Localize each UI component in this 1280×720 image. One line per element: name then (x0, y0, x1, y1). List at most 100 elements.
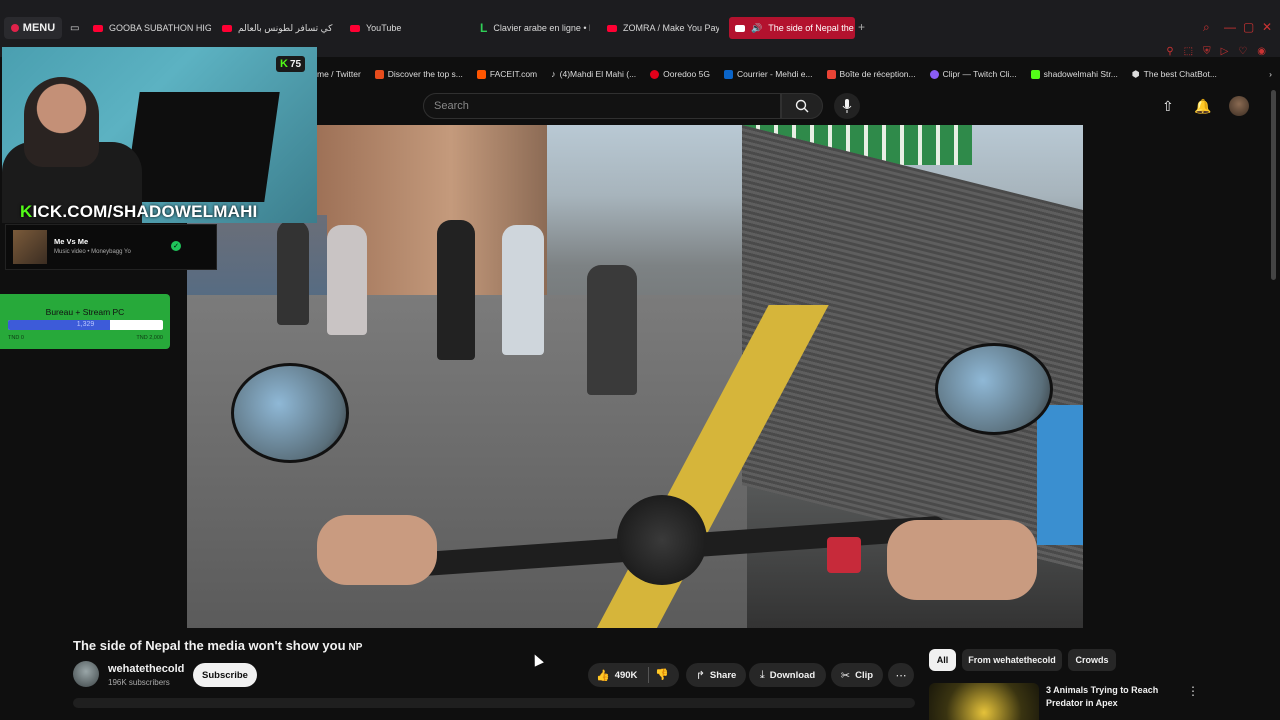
more-actions-button[interactable]: ⋯ (888, 663, 914, 687)
bookmarks-bar: me / Twitter Discover the top s... FACEI… (317, 66, 1280, 82)
channel-name[interactable]: wehatethecold (108, 663, 184, 675)
ooredoo-icon (650, 69, 660, 79)
chatbot-icon: ⬢ (1131, 68, 1140, 79)
more-bookmarks-icon[interactable]: › (1269, 69, 1272, 79)
search-tabs-icon[interactable]: ⌕ (1203, 20, 1210, 35)
pin-icon[interactable]: ⚲ (1166, 46, 1173, 57)
bookmark-twitter[interactable]: me / Twitter (317, 69, 361, 79)
bookmark-label: Ooredoo 5G (663, 69, 710, 79)
bookmark-label: shadowelmahi Str... (1043, 69, 1118, 79)
video-frame-person (327, 225, 367, 335)
goal-min-label: TND 0 (8, 335, 24, 341)
tab-zomra[interactable]: ZOMRA / Make You Pay | (607, 17, 719, 39)
tab-label: YouTube (366, 23, 402, 33)
shield-icon[interactable]: ⛨ (1203, 46, 1211, 57)
tab-youtube[interactable]: YouTube (350, 17, 450, 39)
browser-toolbar-icons: ⚲ ⬚ ⛨ ▷ ♡ ◉ (1166, 46, 1266, 57)
lexilogos-favicon-icon: L (480, 21, 488, 35)
subscriber-count: 196K subscribers (108, 678, 170, 687)
goal-current-value: 1,329 (76, 321, 95, 328)
country-flag-label: NP (348, 642, 363, 653)
youtube-favicon-icon (735, 24, 745, 32)
video-frame-mirror-left (231, 363, 349, 463)
snapshot-icon[interactable]: ⬚ (1184, 46, 1193, 57)
subscribe-button[interactable]: Subscribe (193, 663, 257, 687)
video-title: The side of Nepal the media won't show y… (73, 638, 362, 653)
viewer-count: 75 (289, 58, 302, 70)
search-input[interactable]: Search (423, 93, 781, 119)
tab-row: MENU ▭ GOOBA SUBATHON HIGH كي تسافر لطون… (0, 17, 1280, 39)
goal-max-label: TND 2,000 (136, 335, 163, 341)
download-button[interactable]: ⤓ Download (749, 663, 826, 687)
like-divider (648, 667, 649, 683)
download-label: Download (769, 669, 816, 681)
play-icon[interactable]: ▷ (1221, 46, 1229, 57)
faceit-icon (476, 69, 486, 79)
upload-icon[interactable]: ⇧ (1162, 98, 1174, 115)
recommendation-title[interactable]: 3 Animals Trying to Reach Predator in Ap… (1046, 684, 1176, 710)
new-tab-icon[interactable]: + (858, 20, 865, 34)
thumbs-down-icon[interactable]: 👎 (655, 668, 669, 681)
video-frame-left-hand (317, 515, 437, 585)
search-button[interactable] (781, 93, 823, 119)
tab-gooba[interactable]: GOOBA SUBATHON HIGH (93, 17, 211, 39)
profile-icon[interactable]: ◉ (1257, 46, 1266, 57)
check-icon: ✓ (171, 241, 181, 251)
bookmark-label: FACEIT.com (489, 69, 538, 79)
notifications-bell-icon[interactable]: 🔔 (1194, 98, 1211, 115)
bookmark-label: Boîte de réception... (839, 69, 916, 79)
bookmark-kick[interactable]: shadowelmahi Str... (1030, 69, 1118, 79)
tab-clavier-arabe[interactable]: L Clavier arabe en ligne • L (480, 17, 590, 39)
more-vertical-icon[interactable]: ⋮ (1187, 684, 1199, 698)
minimize-icon[interactable]: — (1224, 20, 1236, 34)
chip-crowds[interactable]: Crowds (1068, 649, 1116, 671)
search-icon (795, 99, 809, 113)
bookmark-courrier[interactable]: Courrier - Mehdi e... (723, 69, 813, 79)
description-box[interactable] (73, 698, 915, 708)
now-playing-widget: Me Vs Me Music video • Moneybagg Yo ✓ (5, 224, 217, 270)
thumbs-up-icon[interactable]: 👍 (596, 669, 610, 682)
share-icon: ↱ (695, 669, 705, 682)
video-frame-mirror-right (935, 343, 1053, 435)
workspace-icon[interactable]: ▭ (70, 17, 84, 39)
heart-icon[interactable]: ♡ (1238, 46, 1247, 57)
kick-url-text: ICK.COM/SHADOWELMAHI (32, 202, 258, 221)
youtube-favicon-icon (222, 24, 232, 32)
now-playing-title: Me Vs Me (54, 237, 89, 246)
recommendation-thumbnail[interactable] (929, 683, 1039, 720)
close-icon[interactable]: ✕ (1262, 20, 1272, 34)
page-scrollbar[interactable] (1271, 90, 1276, 280)
bookmark-tiktok[interactable]: ♪ (4)Mahdi El Mahi (... (551, 69, 636, 79)
tab-label: Clavier arabe en ligne • L (493, 23, 590, 33)
channel-avatar[interactable] (73, 661, 99, 687)
voice-search-button[interactable] (834, 93, 860, 119)
kick-viewer-badge: K 75 (276, 56, 306, 72)
browser-menu-button[interactable]: MENU (4, 17, 62, 39)
account-avatar[interactable] (1229, 96, 1249, 116)
chip-all[interactable]: All (929, 649, 956, 671)
tiktok-icon: ♪ (551, 69, 556, 79)
bookmark-ooredoo[interactable]: Ooredoo 5G (650, 69, 710, 79)
chip-from-channel[interactable]: From wehatethecold (962, 649, 1062, 671)
bookmark-faceit[interactable]: FACEIT.com (476, 69, 538, 79)
video-frame-wall (1037, 405, 1083, 545)
maximize-icon[interactable]: ▢ (1243, 20, 1254, 34)
tab-label: GOOBA SUBATHON HIGH (109, 23, 211, 33)
more-horizontal-icon: ⋯ (895, 669, 907, 682)
clipr-icon (929, 69, 939, 79)
share-button[interactable]: ↱ Share (686, 663, 746, 687)
bookmark-chatbot[interactable]: ⬢ The best ChatBot... (1132, 69, 1217, 80)
donation-goal-widget: Bureau + Stream PC 1,329 TND 0 TND 2,000 (0, 294, 170, 349)
video-player[interactable] (187, 125, 1083, 628)
speaker-icon: 🔊 (751, 22, 763, 33)
tab-active-nepal[interactable]: 🔊 The side of Nepal the (729, 17, 855, 39)
bookmark-clipr[interactable]: Clipr — Twitch Cli... (929, 69, 1017, 79)
bookmark-discover[interactable]: Discover the top s... (374, 69, 463, 79)
gmail-icon (826, 69, 836, 79)
bookmark-inbox[interactable]: Boîte de réception... (826, 69, 916, 79)
clip-button[interactable]: ✂ Clip (831, 663, 883, 687)
opera-logo-icon (10, 24, 19, 32)
tab-arabic-video[interactable]: كي تسافر لطونس بالعالم (222, 17, 340, 39)
like-count[interactable]: 490K (615, 670, 638, 681)
tab-label: The side of Nepal the (768, 23, 854, 33)
